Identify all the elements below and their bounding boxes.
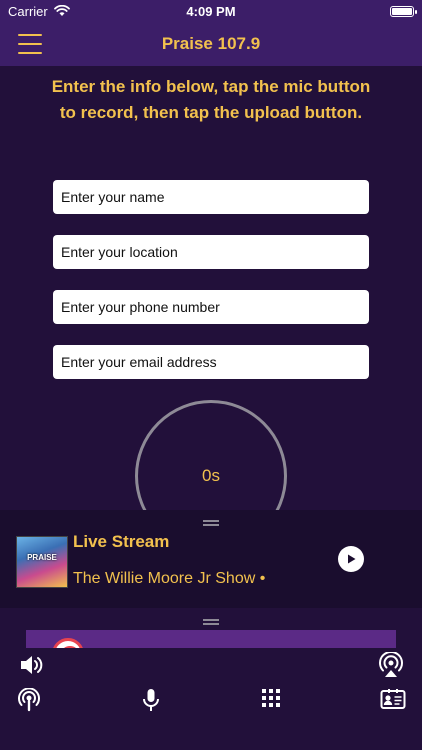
album-art-label: PRAISE <box>27 553 57 562</box>
status-bar: Carrier 4:09 PM <box>0 0 422 22</box>
name-field[interactable] <box>53 180 369 214</box>
contact-card-icon[interactable] <box>380 688 406 710</box>
phone-field[interactable] <box>53 290 369 324</box>
grid-menu-icon[interactable] <box>262 689 280 707</box>
email-field[interactable] <box>53 345 369 379</box>
airplay-icon[interactable] <box>378 652 404 678</box>
album-art: PRAISE <box>16 536 68 588</box>
player-drag-handle[interactable] <box>203 520 219 526</box>
location-field[interactable] <box>53 235 369 269</box>
play-icon <box>348 554 356 564</box>
podcast-icon[interactable] <box>17 688 41 712</box>
page-title: Praise 107.9 <box>161 34 261 53</box>
station-logo-icon <box>52 638 84 648</box>
drawer-drag-handle[interactable] <box>203 619 219 625</box>
player-subtitle: The Willie Moore Jr Show • <box>73 570 266 587</box>
hamburger-menu-icon[interactable] <box>18 34 42 54</box>
status-left: Carrier <box>8 4 70 19</box>
nav-bar: Praise 107.9 <box>0 22 422 66</box>
menu-line <box>18 34 42 36</box>
record-timer: 0s <box>202 466 220 485</box>
microphone-icon[interactable] <box>141 688 161 712</box>
carrier-label: Carrier <box>8 3 48 19</box>
player-title: Live Stream <box>73 532 170 551</box>
play-button[interactable] <box>338 546 364 572</box>
instructions-text: Enter the info below, tap the mic button… <box>51 77 371 122</box>
menu-line <box>18 43 42 45</box>
mini-player[interactable]: PRAISE Live Stream The Willie Moore Jr S… <box>0 510 422 608</box>
speaker-volume-icon[interactable] <box>19 653 45 677</box>
menu-line <box>18 52 42 54</box>
battery-icon <box>390 5 417 17</box>
bottom-toolbar <box>0 650 422 750</box>
wifi-icon <box>53 5 70 16</box>
drawer-preview[interactable] <box>26 630 396 648</box>
